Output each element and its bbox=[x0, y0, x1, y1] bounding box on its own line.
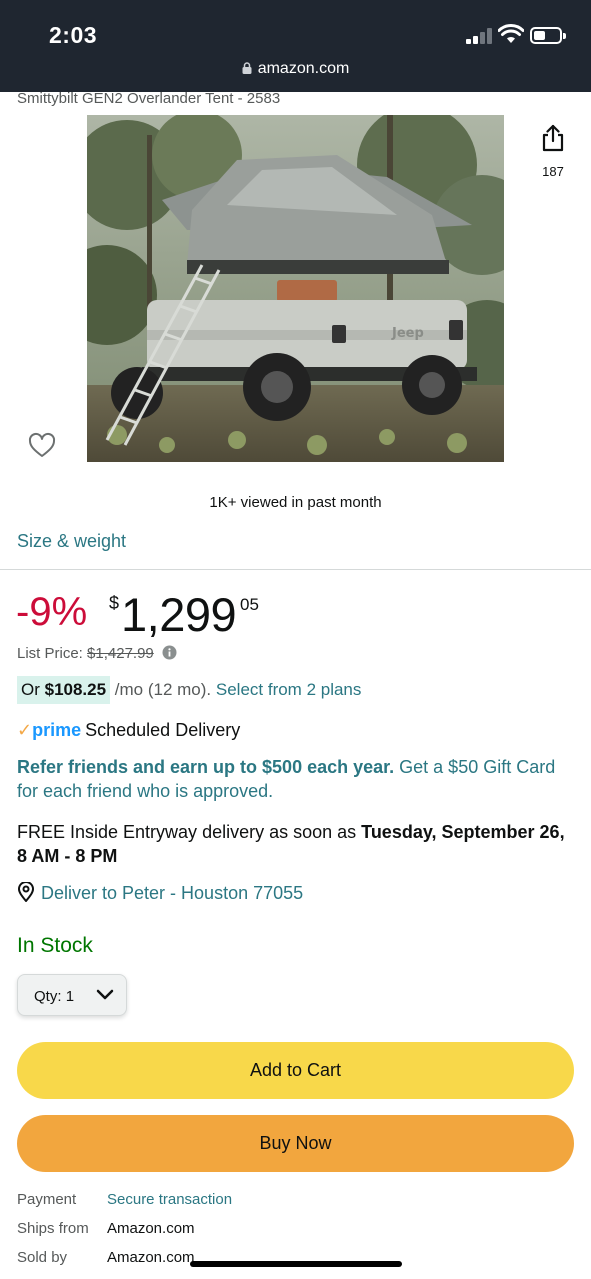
detail-value-ships-from: Amazon.com bbox=[107, 1220, 195, 1237]
cellular-signal-icon bbox=[466, 28, 494, 44]
address-bar[interactable]: amazon.com bbox=[0, 60, 591, 78]
viewed-count: 1K+ viewed in past month bbox=[209, 494, 382, 511]
lock-icon bbox=[242, 62, 252, 74]
detail-value-sold-by: Amazon.com bbox=[107, 1249, 195, 1266]
delivery-info: FREE Inside Entryway delivery as soon as… bbox=[17, 820, 577, 868]
prime-logo-text: prime bbox=[32, 720, 82, 740]
chevron-down-icon bbox=[96, 989, 114, 1000]
deliver-to-text: Deliver to Peter - Houston 77055 bbox=[41, 883, 304, 903]
info-icon[interactable] bbox=[162, 645, 177, 660]
battery-icon bbox=[530, 27, 566, 44]
share-icon[interactable] bbox=[541, 124, 565, 152]
status-time: 2:03 bbox=[49, 22, 98, 48]
list-price: List Price: $1,427.99 bbox=[17, 645, 177, 662]
discount-percent: -9% bbox=[16, 590, 88, 634]
price-whole: 1,299 bbox=[121, 588, 237, 641]
buy-now-button[interactable]: Buy Now bbox=[17, 1115, 574, 1172]
monthly-payment: Or $108.25 /mo (12 mo). Select from 2 pl… bbox=[17, 676, 361, 706]
stock-status: In Stock bbox=[17, 934, 93, 957]
svg-text:Jeep: Jeep bbox=[391, 326, 424, 341]
product-title[interactable]: Smittybilt GEN2 Overlander Tent - 2583 bbox=[17, 90, 280, 107]
referral-promo[interactable]: Refer friends and earn up to $500 each y… bbox=[17, 755, 577, 803]
size-weight-link[interactable]: Size & weight bbox=[17, 531, 126, 552]
status-bar: 2:03 amazon.com bbox=[0, 0, 591, 92]
location-pin-icon bbox=[18, 882, 34, 902]
secure-transaction-link[interactable]: Secure transaction bbox=[107, 1191, 232, 1208]
prime-check-icon: ✓ bbox=[17, 720, 33, 740]
share-count: 187 bbox=[542, 164, 564, 179]
detail-label-sold-by: Sold by bbox=[17, 1249, 68, 1266]
quantity-value: 1 bbox=[65, 988, 75, 1005]
price-fraction: 05 bbox=[240, 595, 259, 614]
delivery-text: FREE Inside Entryway delivery as soon as bbox=[17, 822, 362, 842]
list-price-value: $1,427.99 bbox=[87, 645, 154, 662]
detail-label-ships-from: Ships from bbox=[17, 1220, 89, 1237]
divider bbox=[0, 569, 591, 570]
url-text: amazon.com bbox=[257, 60, 350, 77]
wifi-icon bbox=[498, 24, 524, 43]
quantity-selector[interactable]: Qty: 1 bbox=[17, 974, 127, 1016]
add-to-cart-button[interactable]: Add to Cart bbox=[17, 1042, 574, 1099]
prime-logo: ✓prime bbox=[17, 720, 81, 741]
referral-bold: Refer friends and earn up to $500 each y… bbox=[17, 757, 395, 777]
prime-delivery: ✓prime Scheduled Delivery bbox=[17, 720, 240, 741]
deliver-to-link[interactable]: Deliver to Peter - Houston 77055 bbox=[17, 882, 303, 904]
quantity-label-text: Qty: bbox=[34, 988, 62, 1005]
monthly-amount: $108.25 bbox=[44, 680, 107, 699]
monthly-terms: /mo (12 mo). bbox=[110, 680, 216, 699]
select-plans-link[interactable]: Select from 2 plans bbox=[216, 680, 362, 699]
list-price-label: List Price: bbox=[17, 645, 83, 662]
monthly-badge: Or $108.25 bbox=[17, 676, 111, 704]
quantity-label: Qty: 1 bbox=[34, 988, 74, 1005]
prime-delivery-text: Scheduled Delivery bbox=[85, 720, 241, 740]
detail-label-payment: Payment bbox=[17, 1191, 77, 1208]
home-indicator[interactable] bbox=[190, 1261, 402, 1267]
product-image[interactable]: Jeep bbox=[87, 115, 504, 462]
heart-icon[interactable] bbox=[28, 432, 56, 460]
price-currency: $ bbox=[109, 593, 120, 613]
monthly-prefix: Or bbox=[21, 680, 45, 699]
